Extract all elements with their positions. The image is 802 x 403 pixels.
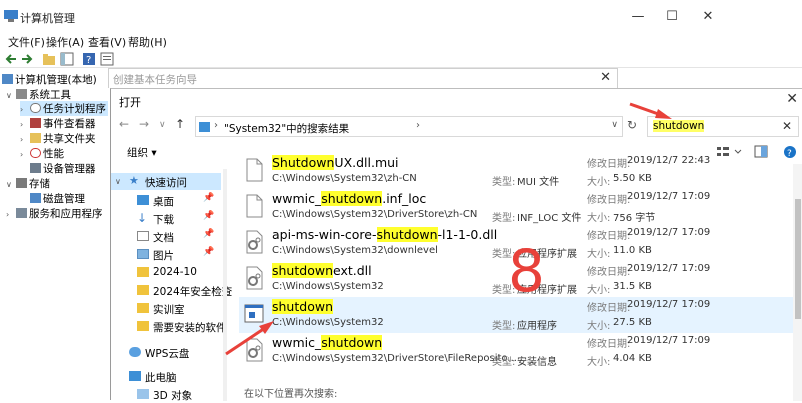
annotation-step-number: 8: [508, 237, 545, 305]
annotation-arrow-shutdown: [225, 324, 269, 356]
annotation-arrowhead-search: [655, 109, 672, 119]
annotation-layer: [225, 102, 672, 356]
